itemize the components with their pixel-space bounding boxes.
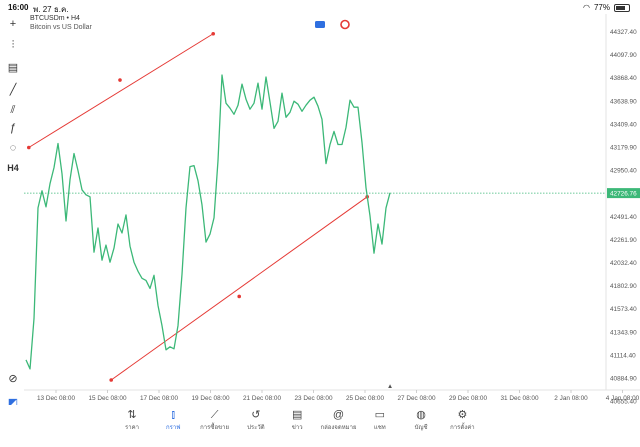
- line-tool-icon[interactable]: ╱: [5, 81, 21, 97]
- price-tick-label: 43409.40: [610, 121, 637, 128]
- price-tick-label: 41573.40: [610, 306, 637, 313]
- chat-icon: ▭: [374, 409, 385, 421]
- tab-label: การซื้อขาย: [200, 425, 230, 431]
- price-chart[interactable]: 44327.40 44097.90 43868.40 43638.90 43409.40…: [24, 14, 640, 406]
- tab-label: กราฟ: [166, 425, 181, 431]
- time-tick-label: 25 Dec 08:00: [346, 395, 384, 402]
- fibonacci-icon[interactable]: ƒ: [5, 120, 21, 136]
- bottom-tab-bar: ⇅ ราคา ⫾ กราฟ ⟋ การซื้อขาย ↺ ประวัติ ▤ ข่าว @ กล่อง…: [0, 405, 640, 447]
- status-right: ◠ 77%: [583, 3, 630, 12]
- indicators-icon[interactable]: ⫶: [5, 37, 21, 53]
- connection-status-icon[interactable]: [340, 19, 350, 30]
- zoom-icon[interactable]: ⊘: [5, 370, 21, 386]
- battery-percent: 77%: [593, 3, 610, 12]
- status-time: 16:00: [8, 3, 29, 12]
- tab-label: การตั้งค่า: [450, 425, 475, 431]
- trade-icon: ⟋: [210, 409, 219, 421]
- price-tick-label: 44097.90: [610, 52, 637, 59]
- price-tick-label: 40884.90: [610, 376, 637, 383]
- time-tick-label: 19 Dec 08:00: [191, 395, 229, 402]
- tab-chat[interactable]: ▭ แชท: [357, 408, 403, 432]
- channel-tool-icon[interactable]: ⫽: [5, 102, 21, 118]
- time-tick-label: 2 Jan 08:00: [554, 395, 588, 402]
- battery-icon: [614, 3, 630, 12]
- time-tick-label: 4 Jan 08:00: [606, 395, 640, 402]
- price-line: [25, 74, 391, 370]
- oneclick-badge-icon[interactable]: [315, 21, 325, 28]
- price-tick-label: 42950.40: [610, 168, 637, 175]
- history-icon: ↺: [251, 409, 261, 421]
- status-bar: 16:00 พ. 27 ธ.ค. ◠ 77%: [0, 0, 640, 14]
- price-tick-label: 43179.90: [610, 145, 637, 152]
- price-tick-label: 42032.40: [610, 260, 637, 267]
- accounts-icon: ◍: [416, 409, 426, 421]
- scroll-marker-icon: ▲: [387, 383, 393, 390]
- tab-accounts[interactable]: ◍ บัญชี: [398, 408, 444, 432]
- price-tick-label: 42491.40: [610, 214, 637, 221]
- timeframe-icon[interactable]: ▤: [5, 59, 21, 75]
- price-tick-label: 41114.40: [610, 352, 636, 359]
- mailbox-icon: @: [332, 409, 345, 421]
- current-price-label: 42726.76: [610, 190, 637, 197]
- tab-quotes[interactable]: ⇅ ราคา: [109, 408, 155, 432]
- price-series: [25, 74, 391, 370]
- price-tick-label: 44327.40: [610, 29, 637, 36]
- period-button[interactable]: H4: [5, 160, 21, 176]
- trend-line-anchor[interactable]: [237, 294, 241, 299]
- chart-icon: ⫾: [171, 409, 176, 421]
- trend-line[interactable]: [28, 33, 214, 148]
- tab-label: ประวัติ: [247, 425, 265, 431]
- time-tick-label: 15 Dec 08:00: [88, 395, 126, 402]
- tab-news[interactable]: ▤ ข่าว: [274, 408, 320, 432]
- time-tick-label: 29 Dec 08:00: [449, 395, 487, 402]
- price-tick-label: 43638.90: [610, 98, 637, 105]
- shapes-icon[interactable]: ◌: [5, 140, 21, 156]
- price-tick-label: 41802.90: [610, 283, 637, 290]
- tab-label: บัญชี: [414, 425, 428, 431]
- tab-settings[interactable]: ⚙ การตั้งค่า: [439, 408, 485, 432]
- time-axis: 13 Dec 08:00 15 Dec 08:00 17 Dec 08:00 19 D…: [24, 383, 640, 402]
- price-tick-label: 41343.90: [610, 329, 637, 336]
- price-axis: 44327.40 44097.90 43868.40 43638.90 43409.40…: [605, 14, 637, 406]
- trend-line-anchor[interactable]: [27, 145, 31, 150]
- news-icon: ▤: [291, 409, 303, 421]
- chart-area[interactable]: 44327.40 44097.90 43868.40 43638.90 43409.40…: [24, 14, 640, 409]
- settings-icon: ⚙: [457, 409, 468, 421]
- time-tick-label: 21 Dec 08:00: [243, 395, 281, 402]
- tab-label: ราคา: [125, 425, 139, 431]
- tab-history[interactable]: ↺ ประวัติ: [233, 408, 279, 432]
- trend-lines[interactable]: [27, 31, 370, 382]
- time-tick-label: 13 Dec 08:00: [37, 395, 75, 402]
- current-price-line: 42726.76: [24, 188, 640, 199]
- tab-mailbox[interactable]: @ กล่องจดหมาย: [316, 408, 362, 432]
- quotes-icon: ⇅: [127, 409, 137, 421]
- tab-label: แชท: [373, 425, 386, 431]
- time-tick-label: 17 Dec 08:00: [140, 395, 178, 402]
- price-tick-label: 43868.40: [610, 75, 637, 82]
- trend-line-anchor[interactable]: [109, 378, 113, 382]
- trend-line-anchor[interactable]: [211, 31, 215, 36]
- time-tick-label: 27 Dec 08:00: [397, 395, 435, 402]
- tab-chart[interactable]: ⫾ กราฟ: [150, 408, 196, 432]
- chart-badges[interactable]: [315, 19, 350, 30]
- tab-label: กล่องจดหมาย: [320, 425, 357, 431]
- time-tick-label: 23 Dec 08:00: [294, 395, 332, 402]
- crosshair-icon[interactable]: +: [5, 16, 21, 32]
- tab-trade[interactable]: ⟋ การซื้อขาย: [192, 408, 238, 432]
- time-tick-label: 31 Dec 08:00: [500, 395, 538, 402]
- price-tick-label: 42261.90: [610, 237, 637, 244]
- wifi-icon: ◠: [583, 3, 590, 12]
- tab-label: ข่าว: [291, 425, 303, 431]
- trend-line-anchor[interactable]: [118, 78, 122, 82]
